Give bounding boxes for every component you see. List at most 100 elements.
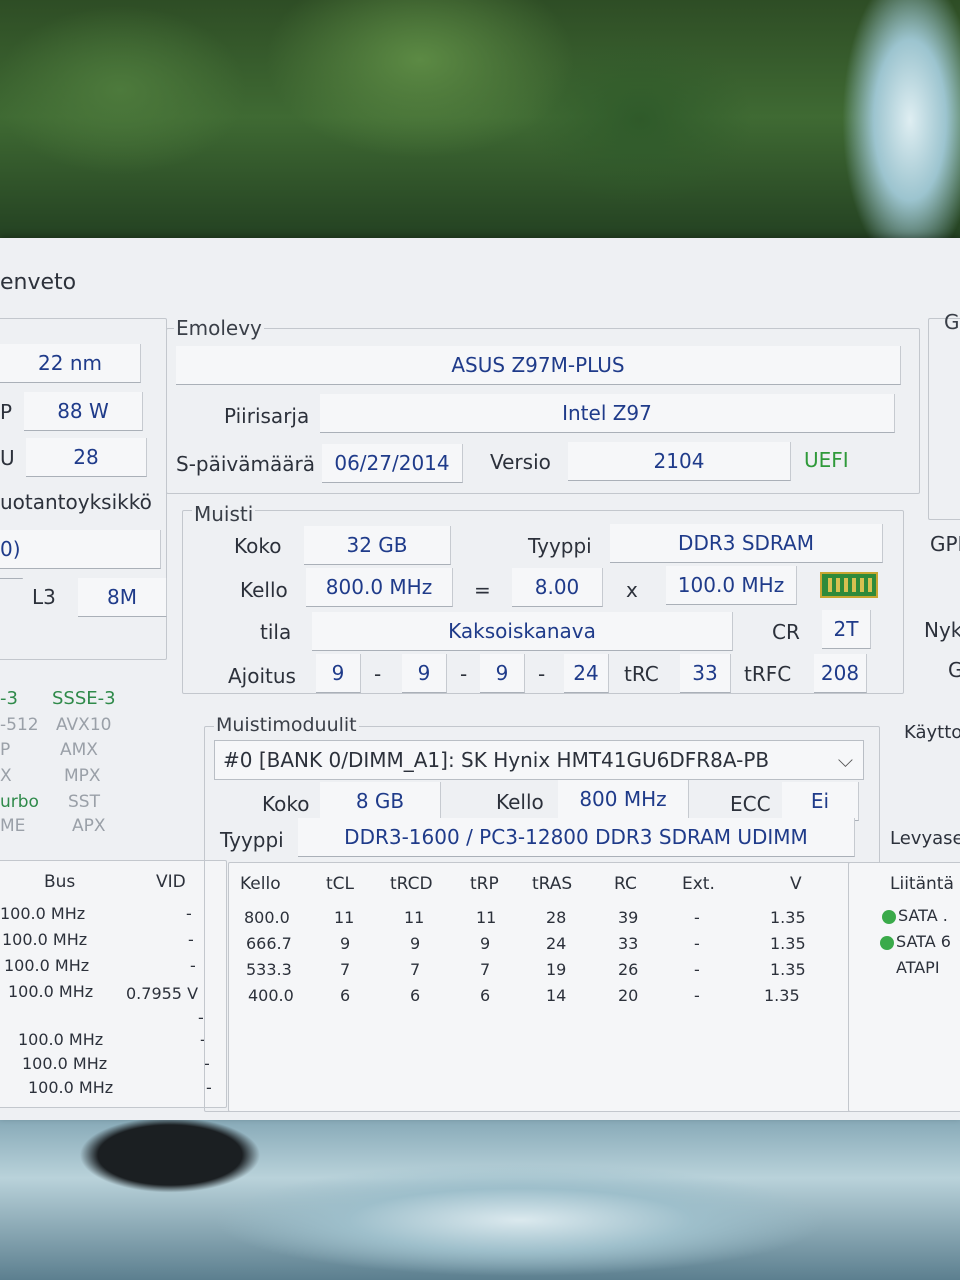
spd-cell: 9 <box>340 934 351 953</box>
current-label: Nyk <box>924 618 960 642</box>
instruction-p: P <box>0 740 11 760</box>
spd-cell: 1.35 <box>764 986 800 1005</box>
spd-cell: 20 <box>618 986 639 1005</box>
version-label: Versio <box>490 450 551 474</box>
spd-cell: 11 <box>334 908 355 927</box>
chipset-value: Intel Z97 <box>320 394 895 433</box>
spd-cell: 7 <box>410 960 421 979</box>
trc-value: 33 <box>680 654 731 693</box>
vid-header: VID <box>156 872 186 892</box>
drive-row[interactable]: SATA . <box>882 906 948 925</box>
revision-value: 28 <box>26 438 147 477</box>
clock-row-bus: 100.0 MHz <box>22 1054 108 1073</box>
interface-header: Liitäntä <box>890 874 954 894</box>
drive-label: ATAPI <box>896 958 940 977</box>
spd-cell: - <box>694 934 700 953</box>
col-header: RC <box>614 874 637 894</box>
instruction-mpx: MPX <box>64 766 101 786</box>
command-rate-label: CR <box>772 620 800 644</box>
spd-cell: 11 <box>404 908 425 927</box>
revision-label: U <box>0 446 15 470</box>
spd-cell: 6 <box>480 986 491 1005</box>
spd-cell: 6 <box>410 986 421 1005</box>
clock-row-bus: 100.0 MHz <box>2 930 88 949</box>
clock-row-vid: - <box>186 904 192 923</box>
spd-cell: 800.0 <box>244 908 290 927</box>
drive-row[interactable]: ATAPI <box>896 958 940 977</box>
memory-group-label: Muisti <box>192 502 256 526</box>
module-select[interactable]: #0 [BANK 0/DIMM_A1]: SK Hynix HMT41GU6DF… <box>214 740 864 780</box>
clock-row-vid: 0.7955 V <box>126 984 199 1003</box>
window-title: enveto <box>0 270 77 295</box>
instruction-amx: AMX <box>60 740 98 760</box>
channel-mode: Kaksoiskanava <box>312 612 733 651</box>
module-size-label: Koko <box>262 792 310 816</box>
equals-sign: = <box>474 578 491 602</box>
spd-cell: 7 <box>340 960 351 979</box>
timing-ras: 24 <box>564 654 609 693</box>
spd-cell: 24 <box>546 934 567 953</box>
drive-label: SATA 6 <box>896 932 951 951</box>
l3-label: L3 <box>32 585 56 609</box>
module-clock: 800 MHz <box>558 780 689 819</box>
manufacturer-label: uotantoyksikkö <box>0 490 152 514</box>
memory-clock: 800.0 MHz <box>306 568 453 607</box>
clock-row-bus: 100.0 MHz <box>4 956 90 975</box>
module-clock-label: Kello <box>496 790 544 814</box>
spd-cell: 19 <box>546 960 567 979</box>
modules-group-label: Muistimoduulit <box>214 714 359 736</box>
spd-cell: - <box>694 908 700 927</box>
uefi-label: UEFI <box>804 448 849 472</box>
ecc-value: Ei <box>782 782 859 821</box>
memory-clock-label: Kello <box>240 578 288 602</box>
memory-size-label: Koko <box>234 534 282 558</box>
graphics-g-label: G <box>948 658 960 682</box>
timing-rcd: 9 <box>402 654 447 693</box>
spd-cell: 33 <box>618 934 639 953</box>
spd-cell: 1.35 <box>770 934 806 953</box>
motherboard-model: ASUS Z97M-PLUS <box>176 346 901 385</box>
clock-row-bus: 100.0 MHz <box>28 1078 114 1097</box>
module-type-label: Tyyppi <box>220 828 284 852</box>
timing-cl: 9 <box>316 654 361 693</box>
spd-cell: 533.3 <box>246 960 292 979</box>
clock-row-bus: 100.0 MHz <box>0 904 86 923</box>
timings-label: Ajoitus <box>228 664 296 688</box>
clock-row-vid: - <box>188 930 194 949</box>
model-value: 0) <box>0 530 161 569</box>
channel-mode-label: tila <box>260 620 292 644</box>
drive-row[interactable]: SATA 6 <box>880 932 951 951</box>
bios-version: 2104 <box>568 442 791 481</box>
command-rate: 2T <box>822 610 871 649</box>
col-header: tRAS <box>532 874 573 894</box>
timing-separator: - <box>538 662 546 686</box>
chevron-down-icon: ⌵ <box>837 748 853 772</box>
graphics-group-label: G <box>944 310 960 334</box>
system-info-window: enveto 22 nm P 88 W U 28 uotantoyksikkö … <box>0 238 960 1120</box>
instruction-apx: APX <box>72 816 106 836</box>
tdp-label: P <box>0 400 13 424</box>
spd-cell: 9 <box>480 934 491 953</box>
bios-date: 06/27/2014 <box>322 444 463 483</box>
clock-row-bus: 100.0 MHz <box>18 1030 104 1049</box>
col-header: Ext. <box>682 874 715 894</box>
desktop-wallpaper-bottom <box>0 1110 960 1280</box>
instruction-sst: SST <box>68 792 100 812</box>
memory-multiplier: 8.00 <box>512 568 603 607</box>
instruction-sse3: -3 <box>0 688 18 709</box>
check-icon <box>882 909 896 924</box>
col-header: Kello <box>240 874 281 894</box>
ecc-label: ECC <box>730 792 771 816</box>
drive-label: SATA . <box>898 906 948 925</box>
spd-cell: 1.35 <box>770 908 806 927</box>
drives-label: Levyase <box>890 828 960 849</box>
spd-timings-table <box>228 862 856 1112</box>
instruction-avx512: -512 <box>0 715 39 735</box>
spd-cell: 39 <box>618 908 639 927</box>
spd-cell: - <box>694 960 700 979</box>
clock-row-bus: 100.0 MHz <box>8 982 94 1001</box>
module-type: DDR3-1600 / PC3-12800 DDR3 SDRAM UDIMM <box>298 818 855 857</box>
graphics-group <box>928 318 960 520</box>
trc-label: tRC <box>624 662 659 686</box>
spd-cell: 1.35 <box>770 960 806 979</box>
